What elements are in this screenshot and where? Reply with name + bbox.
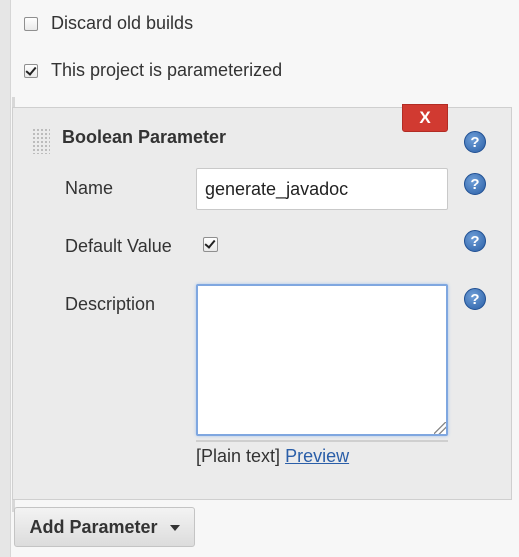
parameterized-label: This project is parameterized <box>51 60 283 80</box>
drag-handle-icon[interactable] <box>32 128 50 154</box>
name-field[interactable] <box>196 168 448 210</box>
description-textarea[interactable] <box>196 284 448 436</box>
resize-grip-icon[interactable] <box>434 422 446 434</box>
plain-text-label: [Plain text] <box>196 446 281 466</box>
delete-parameter-button[interactable]: X <box>402 104 448 132</box>
parameterized-checkbox[interactable] <box>24 63 38 78</box>
default-value-label: Default Value <box>65 236 172 256</box>
description-underline <box>196 440 448 442</box>
preview-link[interactable]: Preview <box>285 446 349 466</box>
help-icon[interactable]: ? <box>464 131 486 153</box>
description-label: Description <box>65 294 156 314</box>
discard-old-builds-row[interactable]: Discard old builds <box>24 13 193 34</box>
default-value-checkbox[interactable] <box>203 237 218 252</box>
add-parameter-button[interactable]: Add Parameter <box>14 507 195 547</box>
parameterized-row[interactable]: This project is parameterized <box>24 60 282 81</box>
discard-old-builds-checkbox[interactable] <box>24 16 38 31</box>
text-format-row: [Plain text] Preview <box>196 446 349 467</box>
chevron-down-icon <box>169 525 180 531</box>
name-label: Name <box>65 178 114 198</box>
job-config-page: Discard old builds This project is param… <box>0 0 519 557</box>
discard-old-builds-label: Discard old builds <box>51 13 194 33</box>
left-rail <box>0 0 11 557</box>
help-icon[interactable]: ? <box>464 173 486 195</box>
help-icon[interactable]: ? <box>464 230 486 252</box>
parameter-title: Boolean Parameter <box>62 127 227 147</box>
help-icon[interactable]: ? <box>464 288 486 310</box>
add-parameter-label: Add Parameter <box>29 516 158 537</box>
